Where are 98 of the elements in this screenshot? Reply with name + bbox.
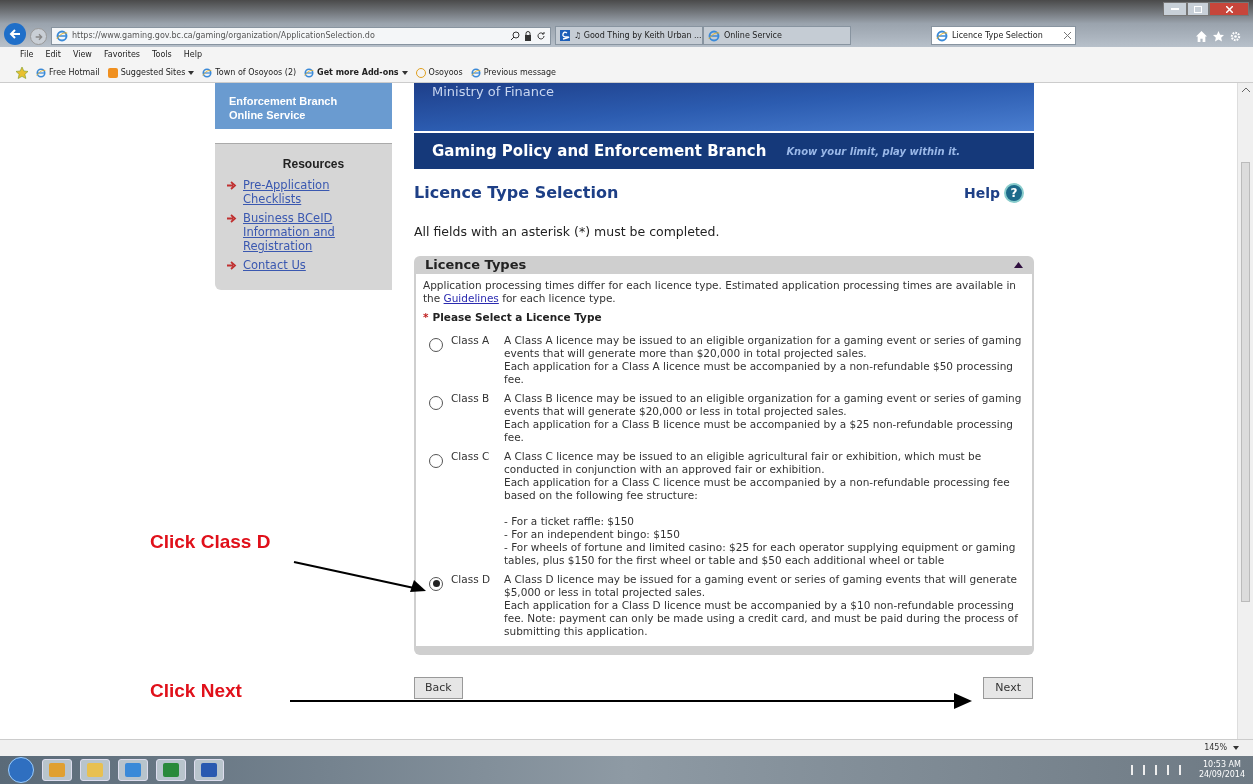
site-logo-icon xyxy=(560,30,570,41)
resource-link[interactable]: Pre-Application Checklists xyxy=(243,178,380,206)
caret-icon[interactable] xyxy=(401,70,408,75)
option-label[interactable]: Class B xyxy=(451,391,496,444)
option-label[interactable]: Class C xyxy=(451,449,496,567)
taskbar-app-icon[interactable] xyxy=(194,759,224,781)
minimize-button[interactable] xyxy=(1163,2,1187,16)
favorites-link[interactable]: Osoyoos xyxy=(428,66,463,79)
required-note: All fields with an asterisk (*) must be completed. xyxy=(414,223,721,241)
url-text: https://www.gaming.gov.bc.ca/gaming/organization/ApplicationSelection.do xyxy=(72,30,375,42)
star-icon[interactable] xyxy=(1213,31,1224,42)
option-description: A Class B licence may be issued to an eligible organization for a gaming event or series of gaming events that will generate $20,000 or less in total projected sales. xyxy=(504,391,1023,418)
menu-item[interactable]: View xyxy=(72,49,92,61)
option-label[interactable]: Class A xyxy=(451,333,496,386)
resource-link[interactable]: Business BCeID Information and Registration xyxy=(243,211,380,253)
zoom-level[interactable]: 145% xyxy=(1204,742,1227,754)
menu-item[interactable]: File xyxy=(20,49,34,61)
favorites-link[interactable]: Previous message xyxy=(483,66,556,79)
globe-e-icon xyxy=(56,30,68,42)
back-button[interactable] xyxy=(4,23,26,45)
caret-icon[interactable] xyxy=(188,70,195,75)
ministry-text: Ministry of Finance xyxy=(432,84,555,100)
refresh-icon[interactable] xyxy=(536,31,546,41)
browser-tab[interactable]: ♫ Good Thing by Keith Urban ... xyxy=(555,26,703,45)
branch-title: Gaming Policy and Enforcement Branch xyxy=(432,140,767,162)
favorites-star-icon[interactable] xyxy=(16,66,28,79)
globe-e-icon xyxy=(936,29,948,42)
close-icon[interactable] xyxy=(1064,32,1071,39)
favorites-link[interactable]: Suggested Sites xyxy=(120,66,186,79)
caret-icon[interactable] xyxy=(1233,746,1239,750)
fee-item: - For wheels of fortune and limited casino: $25 for each operator supplying equipment or gaming tables, plus $150 for the first wheel or table and $50 each additional wheel or table xyxy=(504,540,1017,567)
favorites-link[interactable]: Free Hotmail xyxy=(49,66,100,79)
settings-icon[interactable] xyxy=(1230,31,1241,42)
intro-text: Application processing times differ for each licence type. Estimated application processing times are available in the Guidelines for each licence type. xyxy=(423,278,1017,305)
option-description: A Class C licence may be issued to an eligible agricultural fair or exhibition, which must be conducted in conjunction with an approved fair or exhibition. xyxy=(504,449,983,476)
radio-button[interactable] xyxy=(429,395,443,410)
fee-item: - For a ticket raffle: $150 xyxy=(504,514,636,528)
annotation-text: Click Next xyxy=(150,679,242,703)
option-description: Each application for a Class D licence must be accompanied by a $10 non-refundable processing fee. Note: payment can only be made using a credit card, and must be paid during the process of submitting this application. xyxy=(504,598,1019,638)
globe-e-icon xyxy=(202,67,213,78)
option-description: Each application for a Class C licence must be accompanied by a non-refundable processing fee based on the following fee structure: xyxy=(504,475,1011,502)
address-bar[interactable]: https://www.gaming.gov.bc.ca/gaming/organization/ApplicationSelection.do xyxy=(51,27,551,45)
maximize-button[interactable] xyxy=(1187,2,1209,16)
favorites-link[interactable]: Town of Osoyoos (2) xyxy=(215,66,297,79)
globe-e-icon xyxy=(470,67,481,78)
radio-button[interactable] xyxy=(429,337,443,352)
required-asterisk: * xyxy=(423,310,429,324)
close-icon xyxy=(1225,5,1233,13)
search-icon[interactable] xyxy=(510,31,520,41)
page-title: Licence Type Selection xyxy=(414,182,619,204)
option-description: A Class D licence may be issued for a gaming event or series of gaming events that will generate $5,000 or less in total projected sales. xyxy=(504,572,1019,599)
annotation-text: Click Class D xyxy=(150,530,271,554)
question-label: Please Select a Licence Type xyxy=(432,310,602,324)
home-icon[interactable] xyxy=(1196,31,1207,42)
help-link[interactable]: Help xyxy=(963,182,1000,204)
globe-e-icon xyxy=(36,67,46,78)
resource-link[interactable]: Contact Us xyxy=(243,258,306,272)
lock-icon xyxy=(524,31,532,41)
option-description: A Class A licence may be issued to an eligible organization for a gaming event or series of gaming events that will generate more than $20,000 in total projected sales. xyxy=(504,333,1023,360)
menu-item[interactable]: Edit xyxy=(45,49,61,61)
back-arrow-icon xyxy=(9,28,21,40)
globe-e-icon xyxy=(708,29,720,42)
panel-title: Licence Types xyxy=(425,256,527,274)
globe-e-icon xyxy=(304,67,315,78)
menu-item[interactable]: Help xyxy=(183,49,202,61)
browser-tab[interactable]: Licence Type Selection xyxy=(931,26,1076,45)
collapse-caret-icon[interactable] xyxy=(1014,261,1023,268)
help-icon[interactable]: ? xyxy=(1004,183,1024,203)
fee-item: - For an independent bingo: $150 xyxy=(504,527,681,541)
taskbar-app-icon[interactable] xyxy=(156,759,186,781)
arrow-icon xyxy=(227,181,237,190)
back-button[interactable]: Back xyxy=(414,676,463,699)
taskbar-app-icon[interactable] xyxy=(118,759,148,781)
suggested-sites-icon xyxy=(107,67,118,78)
radio-button[interactable] xyxy=(429,576,443,591)
clock-time: 10:53 AM xyxy=(1202,760,1241,770)
radio-button[interactable] xyxy=(429,453,443,468)
arrow-icon xyxy=(227,261,237,270)
sidebar-header-text: Online Service xyxy=(229,108,307,122)
guidelines-link[interactable]: Guidelines xyxy=(443,291,499,304)
sidebar-header-text: Enforcement Branch xyxy=(229,94,339,108)
browser-tab[interactable]: Online Service xyxy=(703,26,851,45)
close-button[interactable] xyxy=(1209,2,1249,16)
option-description: Each application for a Class A licence must be accompanied by a non-refundable $50 processing fee. xyxy=(504,359,1014,386)
scroll-up-icon[interactable] xyxy=(1241,87,1250,92)
menu-item[interactable]: Tools xyxy=(152,49,172,61)
option-label[interactable]: Class D xyxy=(451,572,496,638)
clock-date: 24/09/2014 xyxy=(1198,770,1245,780)
slogan: Know your limit, play within it. xyxy=(786,144,961,159)
arrow-icon xyxy=(227,214,237,223)
forward-arrow-icon xyxy=(34,32,43,41)
next-button[interactable]: Next xyxy=(983,676,1033,699)
menu-item[interactable]: Favorites xyxy=(103,49,140,61)
start-button[interactable] xyxy=(8,757,34,783)
scrollbar[interactable] xyxy=(1237,83,1253,739)
favorites-link[interactable]: Get more Add-ons xyxy=(317,66,399,79)
option-description: Each application for a Class B licence must be accompanied by a $25 non-refundable processing fee. xyxy=(504,417,1014,444)
resources-title: Resources xyxy=(282,156,345,173)
